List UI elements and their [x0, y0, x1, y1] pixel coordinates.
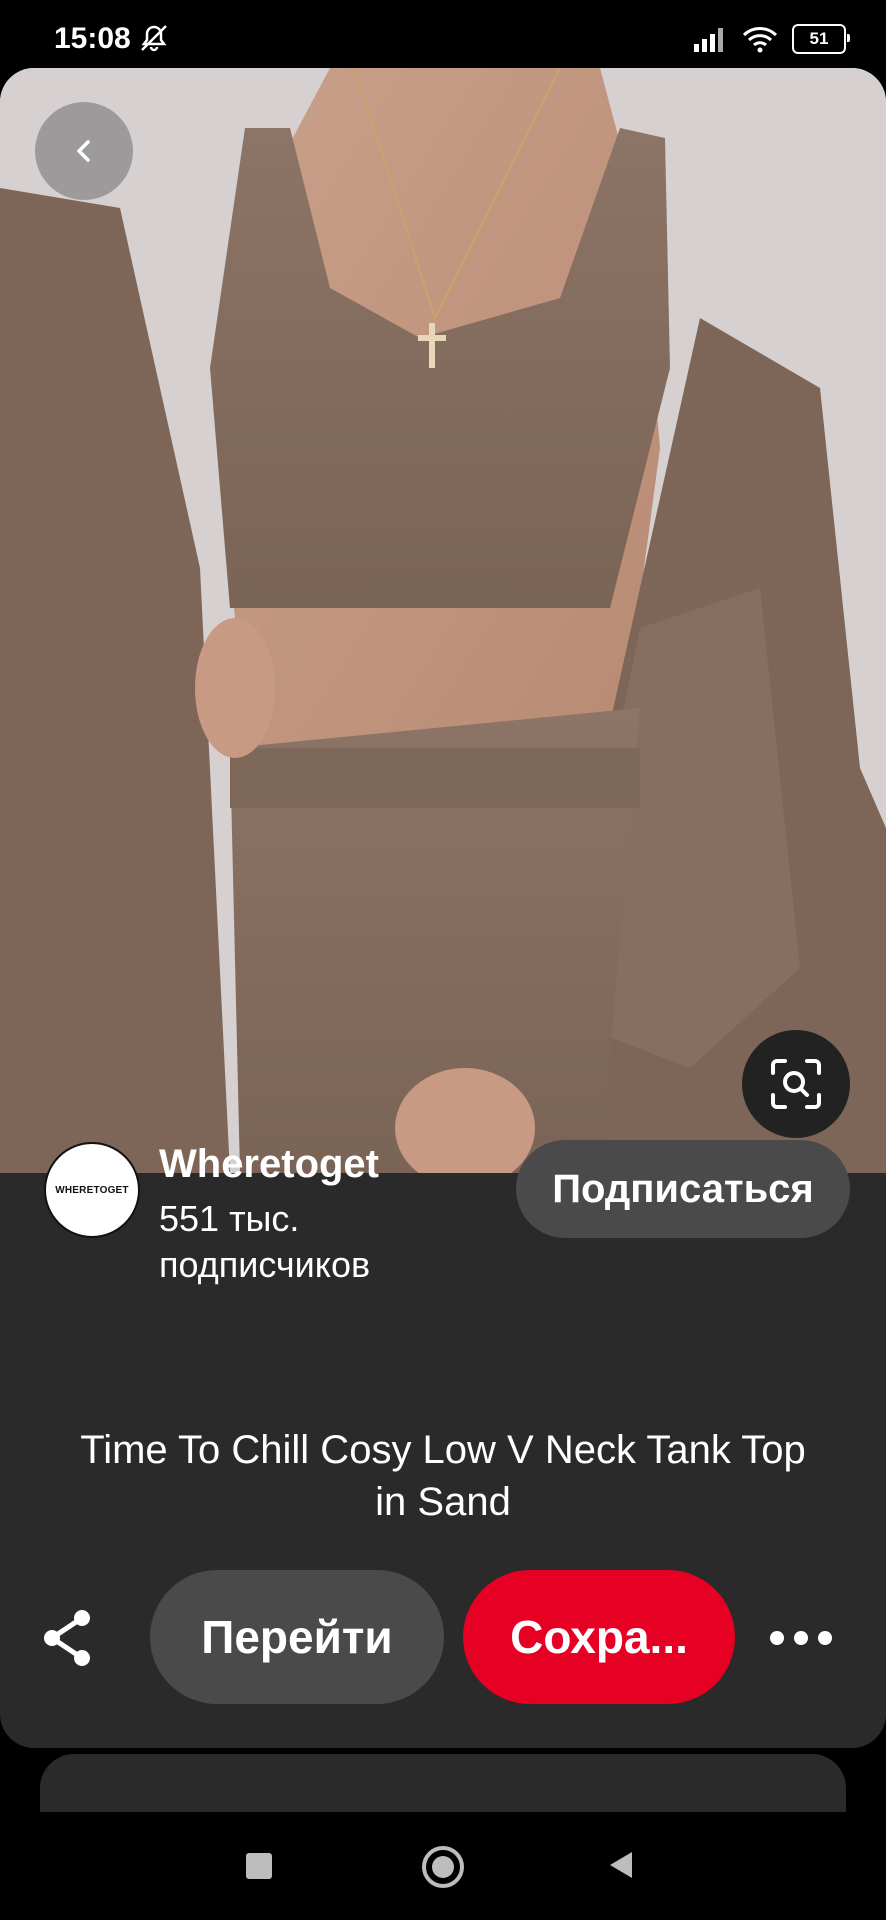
more-icon[interactable] [770, 1616, 832, 1660]
status-bar: 15:08 51 [0, 0, 886, 72]
wifi-icon [742, 27, 778, 53]
save-button[interactable]: Сохра... [463, 1570, 735, 1704]
status-indicators: 51 [692, 22, 850, 56]
follow-button[interactable]: Подписаться [516, 1140, 850, 1238]
pin-title: Time To Chill Cosy Low V Neck Tank Top i… [80, 1428, 806, 1524]
back-arrow-icon [77, 140, 90, 162]
mute-icon [141, 25, 167, 52]
visit-button[interactable]: Перейти [150, 1570, 444, 1704]
back-button[interactable] [35, 102, 133, 200]
nav-recents-icon[interactable] [246, 1853, 272, 1879]
share-icon[interactable] [40, 1608, 96, 1668]
battery-icon: 51 [792, 24, 850, 54]
pin-photo-illustration [0, 68, 886, 1173]
visual-search-button[interactable] [742, 1030, 850, 1138]
follower-count: 551 тыс. подписчиков [159, 1198, 371, 1285]
pin-image[interactable] [0, 68, 886, 1173]
status-time: 15:08 [54, 22, 131, 55]
nav-back-icon[interactable] [606, 1850, 634, 1880]
creator-name[interactable]: Wheretoget [159, 1142, 379, 1187]
signal-icon [694, 28, 723, 52]
creator-avatar[interactable]: WHERETOGET [44, 1142, 140, 1238]
visual-search-icon [771, 1059, 821, 1109]
nav-home-icon[interactable] [422, 1846, 464, 1888]
